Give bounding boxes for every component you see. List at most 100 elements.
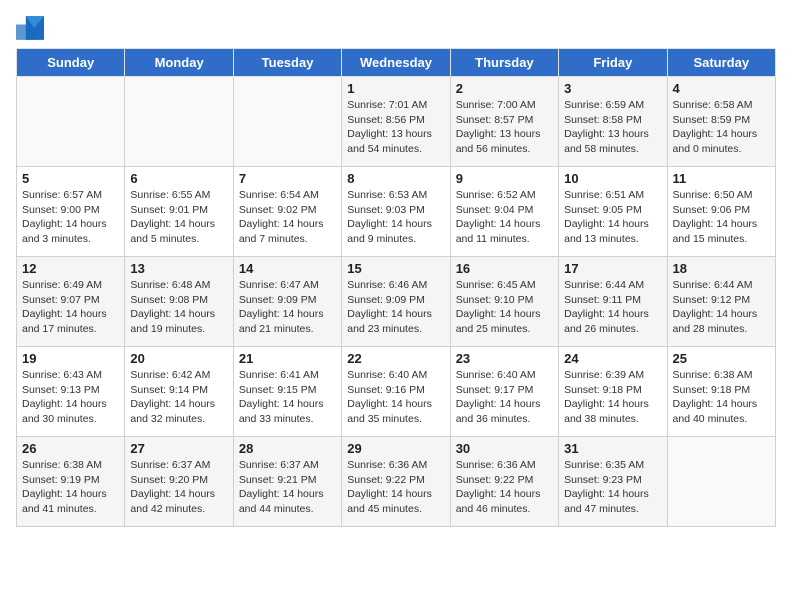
- calendar-cell: 27 Sunrise: 6:37 AM Sunset: 9:20 PM Dayli…: [125, 437, 233, 527]
- calendar-cell: 17 Sunrise: 6:44 AM Sunset: 9:11 PM Dayli…: [559, 257, 667, 347]
- day-info: Sunrise: 6:37 AM Sunset: 9:21 PM Dayligh…: [239, 458, 336, 517]
- day-info: Sunrise: 6:44 AM Sunset: 9:12 PM Dayligh…: [673, 278, 770, 337]
- calendar-week-row: 1 Sunrise: 7:01 AM Sunset: 8:56 PM Daylig…: [17, 77, 776, 167]
- calendar-cell: 21Sunrise: 6:41 AM Sunset: 9:15 PM Dayli…: [233, 347, 341, 437]
- weekday-header-tuesday: Tuesday: [233, 49, 341, 77]
- day-number: 2: [456, 81, 553, 96]
- day-info: Sunrise: 6:38 AM Sunset: 9:18 PM Dayligh…: [673, 368, 770, 427]
- day-number: 23: [456, 351, 553, 366]
- day-info: Sunrise: 6:47 AM Sunset: 9:09 PM Dayligh…: [239, 278, 336, 337]
- day-number: 22: [347, 351, 444, 366]
- day-number: 17: [564, 261, 661, 276]
- day-info: Sunrise: 7:01 AM Sunset: 8:56 PM Dayligh…: [347, 98, 444, 157]
- calendar-cell: 20 Sunrise: 6:42 AM Sunset: 9:14 PM Dayli…: [125, 347, 233, 437]
- day-number: 25: [673, 351, 770, 366]
- day-info: Sunrise: 6:55 AM Sunset: 9:01 PM Dayligh…: [130, 188, 227, 247]
- day-info: Sunrise: 6:59 AM Sunset: 8:58 PM Dayligh…: [564, 98, 661, 157]
- day-number: 11: [673, 171, 770, 186]
- day-info: Sunrise: 6:45 AM Sunset: 9:10 PM Dayligh…: [456, 278, 553, 337]
- weekday-header-wednesday: Wednesday: [342, 49, 450, 77]
- calendar-cell: 9 Sunrise: 6:52 AM Sunset: 9:04 PM Daylig…: [450, 167, 558, 257]
- calendar-cell: 23Sunrise: 6:40 AM Sunset: 9:17 PM Dayli…: [450, 347, 558, 437]
- calendar-cell: 14 Sunrise: 6:47 AM Sunset: 9:09 PM Dayli…: [233, 257, 341, 347]
- calendar-week-row: 26Sunrise: 6:38 AM Sunset: 9:19 PM Dayli…: [17, 437, 776, 527]
- day-info: Sunrise: 6:52 AM Sunset: 9:04 PM Dayligh…: [456, 188, 553, 247]
- day-number: 14: [239, 261, 336, 276]
- calendar-cell: 12Sunrise: 6:49 AM Sunset: 9:07 PM Dayli…: [17, 257, 125, 347]
- calendar-cell: 28 Sunrise: 6:37 AM Sunset: 9:21 PM Dayli…: [233, 437, 341, 527]
- day-number: 9: [456, 171, 553, 186]
- day-info: Sunrise: 6:46 AM Sunset: 9:09 PM Dayligh…: [347, 278, 444, 337]
- calendar-cell: 5 Sunrise: 6:57 AM Sunset: 9:00 PM Daylig…: [17, 167, 125, 257]
- day-info: Sunrise: 6:37 AM Sunset: 9:20 PM Dayligh…: [130, 458, 227, 517]
- calendar-cell: 25 Sunrise: 6:38 AM Sunset: 9:18 PM Dayli…: [667, 347, 775, 437]
- day-number: 27: [130, 441, 227, 456]
- day-info: Sunrise: 6:39 AM Sunset: 9:18 PM Dayligh…: [564, 368, 661, 427]
- day-info: Sunrise: 6:50 AM Sunset: 9:06 PM Dayligh…: [673, 188, 770, 247]
- calendar-cell: [17, 77, 125, 167]
- weekday-header-sunday: Sunday: [17, 49, 125, 77]
- day-info: Sunrise: 6:43 AM Sunset: 9:13 PM Dayligh…: [22, 368, 119, 427]
- calendar-cell: 31 Sunrise: 6:35 AM Sunset: 9:23 PM Dayli…: [559, 437, 667, 527]
- day-info: Sunrise: 6:36 AM Sunset: 9:22 PM Dayligh…: [456, 458, 553, 517]
- calendar-cell: 16Sunrise: 6:45 AM Sunset: 9:10 PM Dayli…: [450, 257, 558, 347]
- day-number: 20: [130, 351, 227, 366]
- day-number: 24: [564, 351, 661, 366]
- calendar-cell: 2 Sunrise: 7:00 AM Sunset: 8:57 PM Daylig…: [450, 77, 558, 167]
- weekday-header-monday: Monday: [125, 49, 233, 77]
- day-number: 4: [673, 81, 770, 96]
- calendar-cell: 15 Sunrise: 6:46 AM Sunset: 9:09 PM Dayli…: [342, 257, 450, 347]
- calendar-cell: 11 Sunrise: 6:50 AM Sunset: 9:06 PM Dayli…: [667, 167, 775, 257]
- calendar-week-row: 5 Sunrise: 6:57 AM Sunset: 9:00 PM Daylig…: [17, 167, 776, 257]
- weekday-header-row: SundayMondayTuesdayWednesdayThursdayFrid…: [17, 49, 776, 77]
- day-info: Sunrise: 6:40 AM Sunset: 9:16 PM Dayligh…: [347, 368, 444, 427]
- day-number: 5: [22, 171, 119, 186]
- day-number: 29: [347, 441, 444, 456]
- day-info: Sunrise: 6:48 AM Sunset: 9:08 PM Dayligh…: [130, 278, 227, 337]
- calendar-cell: [125, 77, 233, 167]
- logo-icon: [16, 16, 44, 40]
- day-info: Sunrise: 6:49 AM Sunset: 9:07 PM Dayligh…: [22, 278, 119, 337]
- day-info: Sunrise: 6:35 AM Sunset: 9:23 PM Dayligh…: [564, 458, 661, 517]
- day-number: 13: [130, 261, 227, 276]
- day-info: Sunrise: 6:58 AM Sunset: 8:59 PM Dayligh…: [673, 98, 770, 157]
- weekday-header-thursday: Thursday: [450, 49, 558, 77]
- calendar-cell: 10 Sunrise: 6:51 AM Sunset: 9:05 PM Dayli…: [559, 167, 667, 257]
- day-number: 21: [239, 351, 336, 366]
- weekday-header-saturday: Saturday: [667, 49, 775, 77]
- calendar-cell: 4 Sunrise: 6:58 AM Sunset: 8:59 PM Daylig…: [667, 77, 775, 167]
- day-info: Sunrise: 6:51 AM Sunset: 9:05 PM Dayligh…: [564, 188, 661, 247]
- day-number: 19: [22, 351, 119, 366]
- day-number: 1: [347, 81, 444, 96]
- calendar-cell: 13 Sunrise: 6:48 AM Sunset: 9:08 PM Dayli…: [125, 257, 233, 347]
- calendar-week-row: 12Sunrise: 6:49 AM Sunset: 9:07 PM Dayli…: [17, 257, 776, 347]
- calendar-cell: 29 Sunrise: 6:36 AM Sunset: 9:22 PM Dayli…: [342, 437, 450, 527]
- day-number: 31: [564, 441, 661, 456]
- day-info: Sunrise: 6:42 AM Sunset: 9:14 PM Dayligh…: [130, 368, 227, 427]
- calendar-cell: 22 Sunrise: 6:40 AM Sunset: 9:16 PM Dayli…: [342, 347, 450, 437]
- calendar-week-row: 19 Sunrise: 6:43 AM Sunset: 9:13 PM Dayli…: [17, 347, 776, 437]
- calendar-cell: 19 Sunrise: 6:43 AM Sunset: 9:13 PM Dayli…: [17, 347, 125, 437]
- day-number: 28: [239, 441, 336, 456]
- day-info: Sunrise: 7:00 AM Sunset: 8:57 PM Dayligh…: [456, 98, 553, 157]
- day-info: Sunrise: 6:57 AM Sunset: 9:00 PM Dayligh…: [22, 188, 119, 247]
- calendar-cell: 8Sunrise: 6:53 AM Sunset: 9:03 PM Daylig…: [342, 167, 450, 257]
- day-number: 30: [456, 441, 553, 456]
- day-number: 18: [673, 261, 770, 276]
- day-info: Sunrise: 6:36 AM Sunset: 9:22 PM Dayligh…: [347, 458, 444, 517]
- calendar-cell: 24 Sunrise: 6:39 AM Sunset: 9:18 PM Dayli…: [559, 347, 667, 437]
- day-number: 15: [347, 261, 444, 276]
- day-number: 10: [564, 171, 661, 186]
- page-header: [16, 16, 776, 40]
- day-info: Sunrise: 6:54 AM Sunset: 9:02 PM Dayligh…: [239, 188, 336, 247]
- weekday-header-friday: Friday: [559, 49, 667, 77]
- calendar-header: SundayMondayTuesdayWednesdayThursdayFrid…: [17, 49, 776, 77]
- calendar-cell: [233, 77, 341, 167]
- day-number: 3: [564, 81, 661, 96]
- day-info: Sunrise: 6:38 AM Sunset: 9:19 PM Dayligh…: [22, 458, 119, 517]
- day-info: Sunrise: 6:44 AM Sunset: 9:11 PM Dayligh…: [564, 278, 661, 337]
- calendar-cell: 26Sunrise: 6:38 AM Sunset: 9:19 PM Dayli…: [17, 437, 125, 527]
- calendar-cell: 18 Sunrise: 6:44 AM Sunset: 9:12 PM Dayli…: [667, 257, 775, 347]
- calendar-table: SundayMondayTuesdayWednesdayThursdayFrid…: [16, 48, 776, 527]
- day-number: 7: [239, 171, 336, 186]
